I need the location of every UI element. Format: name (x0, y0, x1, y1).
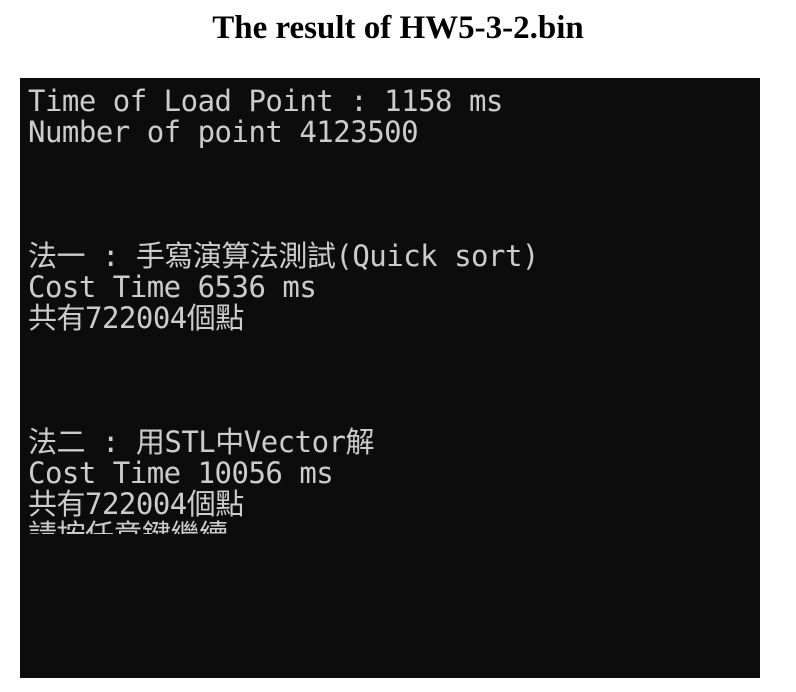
console-line-blank (28, 365, 760, 396)
console-line-method-two-cost: Cost Time 10056 ms (28, 456, 334, 490)
console-line-blank (28, 334, 760, 365)
console-line-press-any-key: 請按任意鍵繼續 (28, 520, 760, 534)
console-line-blank (28, 179, 760, 210)
console-line-method-two-heading: 法二 : 用STL中Vector解 (28, 425, 375, 459)
console-line-method-one-cost: Cost Time 6536 ms (28, 270, 317, 304)
console-line-load-time: Time of Load Point : 1158 ms (28, 84, 503, 118)
console-line-blank (28, 210, 760, 241)
console-line-method-two-result: 共有722004個點 (28, 487, 244, 521)
console-window: Time of Load Point : 1158 ms Number of p… (20, 78, 760, 678)
console-line-method-one-result: 共有722004個點 (28, 301, 244, 335)
console-line-method-one-heading: 法一 : 手寫演算法測試(Quick sort) (28, 239, 539, 273)
console-line-blank (28, 396, 760, 427)
console-line-blank (28, 148, 760, 179)
console-line-point-count: Number of point 4123500 (28, 115, 419, 149)
page-title: The result of HW5-3-2.bin (212, 10, 584, 46)
screenshot-page: The result of HW5-3-2.bin Time of Load P… (0, 0, 796, 692)
